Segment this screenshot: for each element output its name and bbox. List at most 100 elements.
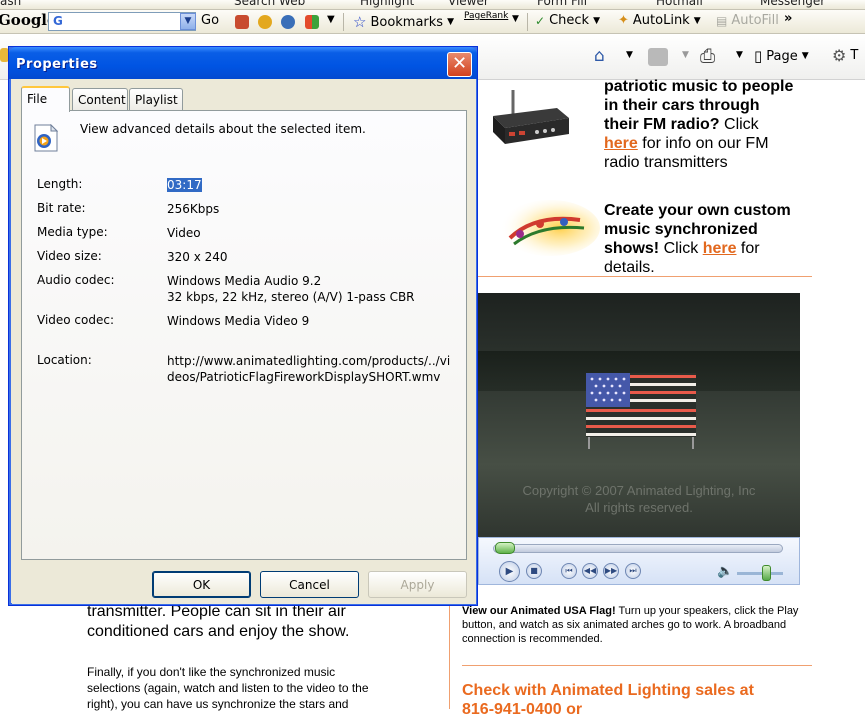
seek-thumb[interactable] — [495, 542, 515, 554]
form-fill-button[interactable]: Form Fill — [537, 0, 587, 8]
chevron-down-icon: ▼ — [447, 17, 455, 27]
video-watermark-line1: Copyright © 2007 Animated Lighting, Inc — [522, 483, 756, 498]
sales-heading: Check with Animated Lighting sales at — [462, 682, 754, 699]
fm-promo-line1: patriotic music to people — [604, 78, 794, 95]
page-icon: ▯ — [754, 47, 763, 65]
globe-icon[interactable] — [281, 15, 295, 29]
previous-icon[interactable]: ⏮ — [561, 563, 577, 579]
autofill-button[interactable]: ▤ AutoFill — [716, 13, 779, 28]
tab-content[interactable]: Content — [72, 88, 128, 111]
property-label: Video codec: — [37, 313, 115, 327]
google-search-input[interactable]: G — [48, 12, 196, 31]
dialog-titlebar[interactable]: Properties ✕ — [9, 47, 477, 79]
viewer-button[interactable]: Viewer — [448, 0, 489, 8]
feeds-icon[interactable] — [648, 48, 668, 66]
toolbar-cut-item[interactable]: ash — [0, 0, 21, 8]
property-value-length[interactable]: 03:17 — [167, 177, 467, 193]
sales-phone: 816-941-0400 or — [462, 701, 583, 718]
windows-icon[interactable] — [305, 15, 319, 29]
fm-promo-line3: their FM radio? Click — [604, 116, 759, 133]
property-value-media-type[interactable]: Video — [167, 225, 467, 241]
dialog-title: Properties — [16, 57, 98, 72]
close-icon: ✕ — [451, 53, 468, 74]
property-value-bitrate[interactable]: 256Kbps — [167, 201, 467, 217]
ok-button[interactable]: OK — [152, 571, 251, 598]
spell-check-button[interactable]: ✓ Check ▼ — [535, 13, 600, 28]
google-toolbar: Google G ▼ Go ▼ ☆ Bookmarks ▼ PageRank ▼ … — [0, 10, 865, 34]
apply-button[interactable]: Apply — [368, 571, 467, 598]
hotmail-button[interactable]: Hotmail — [656, 0, 703, 8]
next-icon[interactable]: ⏭ — [625, 563, 641, 579]
left-text-p2-line1: Finally, if you don't like the synchroni… — [87, 665, 336, 679]
property-label: Media type: — [37, 225, 108, 239]
media-player-controls: ▶ ■ ⏮ ◀◀ ▶▶ ⏭ 🔈 — [478, 537, 800, 585]
custom-shows-link[interactable]: here — [703, 240, 737, 257]
messenger-button[interactable]: Messenger — [760, 0, 825, 8]
video-player-screen[interactable]: Copyright © 2007 Animated Lighting, Inc … — [478, 293, 800, 538]
properties-dialog: Properties ✕ File Content Playlist View … — [8, 46, 478, 606]
video-watermark-line2: All rights reserved. — [585, 500, 693, 515]
fm-info-link[interactable]: here — [604, 135, 638, 152]
property-value-location[interactable]: http://www.animatedlighting.com/products… — [167, 353, 467, 385]
search-dropdown-arrow[interactable]: ▼ — [180, 13, 196, 30]
print-icon[interactable]: ⎙ — [700, 45, 715, 67]
bookmarks-button[interactable]: ☆ Bookmarks ▼ — [353, 13, 454, 31]
section-divider — [462, 665, 812, 666]
file-tab-panel: View advanced details about the selected… — [21, 110, 467, 560]
left-text-p2-line2: selections (again, watch and listen to t… — [87, 681, 369, 695]
gear-icon: ⚙ — [832, 46, 847, 65]
play-icon[interactable]: ▶ — [499, 561, 520, 582]
page-menu-button[interactable]: ▯ Page ▼ — [754, 47, 809, 65]
toolbar-separator — [527, 13, 528, 31]
toolbar-separator — [343, 13, 344, 31]
feeds-dropdown-icon[interactable]: ▼ — [682, 50, 689, 60]
close-button[interactable]: ✕ — [447, 52, 472, 77]
volume-thumb[interactable] — [762, 565, 771, 581]
check-icon: ✓ — [535, 13, 546, 28]
wand-icon: ✦ — [618, 13, 629, 28]
volume-track[interactable] — [737, 572, 783, 575]
fm-promo-line4: here for info on our FM — [604, 135, 769, 152]
property-label: Location: — [37, 353, 92, 367]
news-icon[interactable] — [235, 15, 249, 29]
usa-flag-lights — [586, 373, 696, 449]
print-dropdown-icon[interactable]: ▼ — [736, 50, 743, 60]
home-dropdown-icon[interactable]: ▼ — [626, 50, 633, 60]
windows-dropdown-icon[interactable]: ▼ — [327, 14, 335, 25]
tab-playlist[interactable]: Playlist — [129, 88, 183, 111]
chevron-down-icon: ▼ — [693, 15, 701, 26]
dialog-body: File Content Playlist View advanced deta… — [12, 79, 476, 604]
property-value-video-size[interactable]: 320 x 240 — [167, 249, 467, 265]
tab-file[interactable]: File — [21, 86, 70, 112]
section-divider — [476, 276, 812, 277]
pagerank-dropdown-icon[interactable]: ▼ — [512, 14, 519, 24]
stop-icon[interactable]: ■ — [526, 563, 542, 579]
go-button[interactable]: Go — [201, 13, 219, 28]
seek-bar[interactable] — [493, 544, 783, 553]
property-label: Audio codec: — [37, 273, 115, 287]
custom-promo-line2: music synchronized — [604, 221, 758, 238]
star-icon: ☆ — [353, 13, 367, 31]
autolink-button[interactable]: ✦ AutoLink ▼ — [618, 13, 701, 28]
video-frame: Copyright © 2007 Animated Lighting, Inc … — [478, 293, 800, 538]
property-label: Length: — [37, 177, 83, 191]
spiral-icon[interactable] — [258, 15, 272, 29]
chevron-down-icon: ▼ — [801, 51, 809, 61]
custom-promo-line1: Create your own custom — [604, 202, 791, 219]
cancel-button[interactable]: Cancel — [260, 571, 359, 598]
search-web-button[interactable]: Search Web — [234, 0, 305, 8]
property-value-video-codec[interactable]: Windows Media Video 9 — [167, 313, 467, 329]
rewind-icon[interactable]: ◀◀ — [582, 563, 598, 579]
home-icon[interactable]: ⌂ — [594, 46, 605, 66]
fm-promo-line2: in their cars through — [604, 97, 760, 114]
property-label: Bit rate: — [37, 201, 86, 215]
pagerank-indicator[interactable]: PageRank — [464, 11, 508, 21]
tools-menu-button[interactable]: ⚙ T — [832, 46, 858, 65]
toolbar-overflow-chevron[interactable]: » — [784, 11, 792, 26]
fast-forward-icon[interactable]: ▶▶ — [603, 563, 619, 579]
links-toolbar: ash Search Web Highlight Viewer Form Fil… — [0, 0, 865, 10]
mute-speaker-icon[interactable]: 🔈 — [717, 564, 733, 579]
left-text-line2: conditioned cars and enjoy the show. — [87, 623, 350, 640]
property-value-audio-codec[interactable]: Windows Media Audio 9.2 32 kbps, 22 kHz,… — [167, 273, 467, 305]
highlight-button[interactable]: Highlight — [360, 0, 414, 8]
